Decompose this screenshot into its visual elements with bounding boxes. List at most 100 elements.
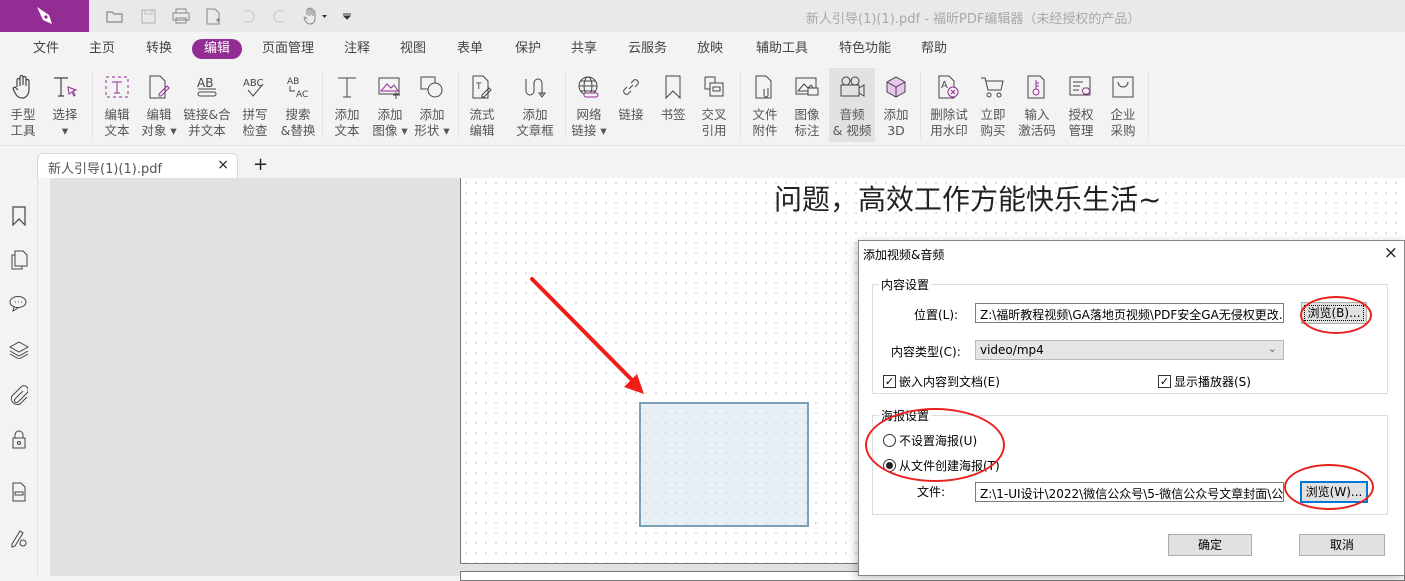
tool-remove-watermark[interactable]: A 删除试 用水印 — [928, 68, 970, 142]
cross-reference-icon — [700, 72, 728, 102]
menu-convert[interactable]: 转换 — [138, 39, 180, 59]
hand-tool-icon[interactable] — [302, 6, 330, 26]
tool-article-box[interactable]: 添加 文章框 — [512, 68, 558, 142]
bookmark-panel-icon[interactable] — [9, 206, 29, 226]
svg-text:AB: AB — [287, 77, 299, 87]
security-panel-icon[interactable] — [9, 430, 29, 450]
annotation-ellipse — [1300, 296, 1372, 334]
tool-add-image[interactable]: 添加 图像 ▾ — [370, 68, 410, 142]
open-folder-icon[interactable] — [104, 6, 126, 26]
embed-content-checkbox[interactable]: ✓ 嵌入内容到文档(E) — [883, 373, 1000, 390]
tool-file-attachment[interactable]: 文件 附件 — [748, 68, 782, 142]
tool-activation-code[interactable]: 输入 激活码 — [1017, 68, 1057, 142]
tool-search-replace[interactable]: AB AC 搜索 &替换 — [280, 68, 316, 142]
poster-file-input[interactable]: Z:\1-UI设计\2022\微信公众号\5-微信公众号文章封面\公 — [975, 482, 1284, 502]
comments-panel-icon[interactable] — [9, 294, 29, 314]
tool-link-merge-text[interactable]: AB 链接&合 并文本 — [183, 68, 231, 142]
tool-add-text[interactable]: 添加 文本 — [330, 68, 364, 142]
menu-edit[interactable]: 编辑 — [192, 39, 243, 59]
attachments-panel-icon[interactable] — [9, 385, 29, 405]
tool-edit-text[interactable]: 编辑 文本 — [100, 68, 134, 142]
separator — [565, 72, 566, 138]
link-merge-text-icon: AB — [193, 72, 221, 102]
tool-select[interactable]: 选择 ▾ — [48, 68, 82, 142]
spell-check-icon: ABC — [241, 72, 269, 102]
menu-features[interactable]: 特色功能 — [831, 39, 899, 59]
tool-web-link[interactable]: 网络 链接 ▾ — [570, 68, 608, 142]
print-icon[interactable] — [170, 6, 192, 26]
tool-image-annotation[interactable]: 图像 标注 — [790, 68, 824, 142]
menu-share[interactable]: 共享 — [563, 39, 605, 59]
media-placement-box[interactable] — [639, 402, 809, 527]
pages-panel-icon[interactable] — [9, 250, 29, 270]
show-player-checkbox[interactable]: ✓ 显示播放器(S) — [1158, 373, 1251, 390]
save-icon[interactable] — [137, 6, 159, 26]
tool-edit-object[interactable]: 编辑 对象 ▾ — [138, 68, 180, 142]
dialog-close-icon[interactable]: × — [1384, 243, 1398, 263]
file-attachment-icon — [751, 72, 779, 102]
form-panel-icon[interactable] — [9, 482, 29, 502]
new-tab-button[interactable]: + — [253, 154, 268, 175]
content-type-label: 内容类型(C): — [891, 345, 961, 359]
dialog-title: 添加视频&音频 — [863, 248, 945, 262]
navigation-sidebar — [0, 178, 38, 576]
app-logo[interactable] — [0, 0, 89, 32]
tool-bookmark[interactable]: 书签 — [658, 68, 688, 142]
page-text: 问题，高效工作方能快乐生活~ — [774, 183, 1162, 216]
edit-text-icon — [103, 72, 131, 102]
menu-comment[interactable]: 注释 — [336, 39, 378, 59]
menu-help[interactable]: 帮助 — [913, 39, 955, 59]
tool-add-3d[interactable]: 添加 3D — [879, 68, 913, 142]
menu-page-manage[interactable]: 页面管理 — [254, 39, 322, 59]
menu-home[interactable]: 主页 — [81, 39, 123, 59]
activation-key-icon — [1023, 72, 1051, 102]
menu-view[interactable]: 视图 — [392, 39, 434, 59]
tool-enterprise-purchase[interactable]: 企业 采购 — [1107, 68, 1139, 142]
separator — [322, 72, 323, 138]
document-tab-bar: 新人引导(1)(1).pdf × + — [0, 146, 1405, 178]
tool-link[interactable]: 链接 — [615, 68, 647, 142]
file-label: 文件: — [917, 485, 946, 499]
menu-cloud[interactable]: 云服务 — [620, 39, 675, 59]
edit-object-icon — [145, 72, 173, 102]
menu-protect[interactable]: 保护 — [507, 39, 549, 59]
tool-cross-reference[interactable]: 交叉 引用 — [698, 68, 730, 142]
tool-buy-now[interactable]: 立即 购买 — [977, 68, 1009, 142]
redo-icon[interactable] — [269, 6, 291, 26]
new-document-icon[interactable] — [202, 6, 224, 26]
pen-nib-icon — [36, 7, 52, 24]
checkbox-checked-icon: ✓ — [883, 375, 896, 388]
customize-icon[interactable] — [336, 6, 358, 26]
bookmark-icon — [659, 72, 687, 102]
enterprise-purchase-icon — [1109, 72, 1137, 102]
layers-panel-icon[interactable] — [9, 340, 29, 360]
undo-icon[interactable] — [236, 6, 258, 26]
close-tab-icon[interactable]: × — [217, 157, 229, 173]
tool-hand[interactable]: 手型 工具 — [6, 68, 40, 142]
menu-slideshow[interactable]: 放映 — [689, 39, 731, 59]
web-link-icon — [575, 72, 603, 102]
signature-panel-icon[interactable] — [9, 528, 29, 548]
separator — [92, 72, 93, 138]
content-type-select[interactable]: video/mp4 ⌄ — [975, 340, 1284, 360]
hand-icon — [9, 72, 37, 102]
location-input[interactable]: Z:\福昕教程视频\GA落地页视频\PDF安全GA无侵权更改. — [975, 303, 1284, 323]
document-tab[interactable]: 新人引导(1)(1).pdf × — [37, 153, 238, 178]
tool-add-shape[interactable]: 添加 形状 ▾ — [412, 68, 452, 142]
tool-spell-check[interactable]: ABC 拼写 检查 — [238, 68, 272, 142]
menu-form[interactable]: 表单 — [449, 39, 491, 59]
select-text-icon — [51, 72, 79, 102]
cancel-button[interactable]: 取消 — [1299, 534, 1385, 556]
separator — [740, 72, 741, 138]
add-text-icon — [333, 72, 361, 102]
menu-accessibility[interactable]: 辅助工具 — [748, 39, 816, 59]
tool-license-manage[interactable]: 授权 管理 — [1065, 68, 1097, 142]
add-shape-icon — [418, 72, 446, 102]
ok-button[interactable]: 确定 — [1168, 534, 1252, 556]
panel-gutter — [38, 178, 50, 576]
menu-file[interactable]: 文件 — [25, 39, 67, 59]
svg-text:AB: AB — [197, 76, 213, 90]
tool-audio-video[interactable]: 音频 & 视频 — [829, 68, 875, 142]
svg-text:AC: AC — [296, 90, 308, 99]
tool-flow-edit[interactable]: T 流式 编辑 — [465, 68, 499, 142]
